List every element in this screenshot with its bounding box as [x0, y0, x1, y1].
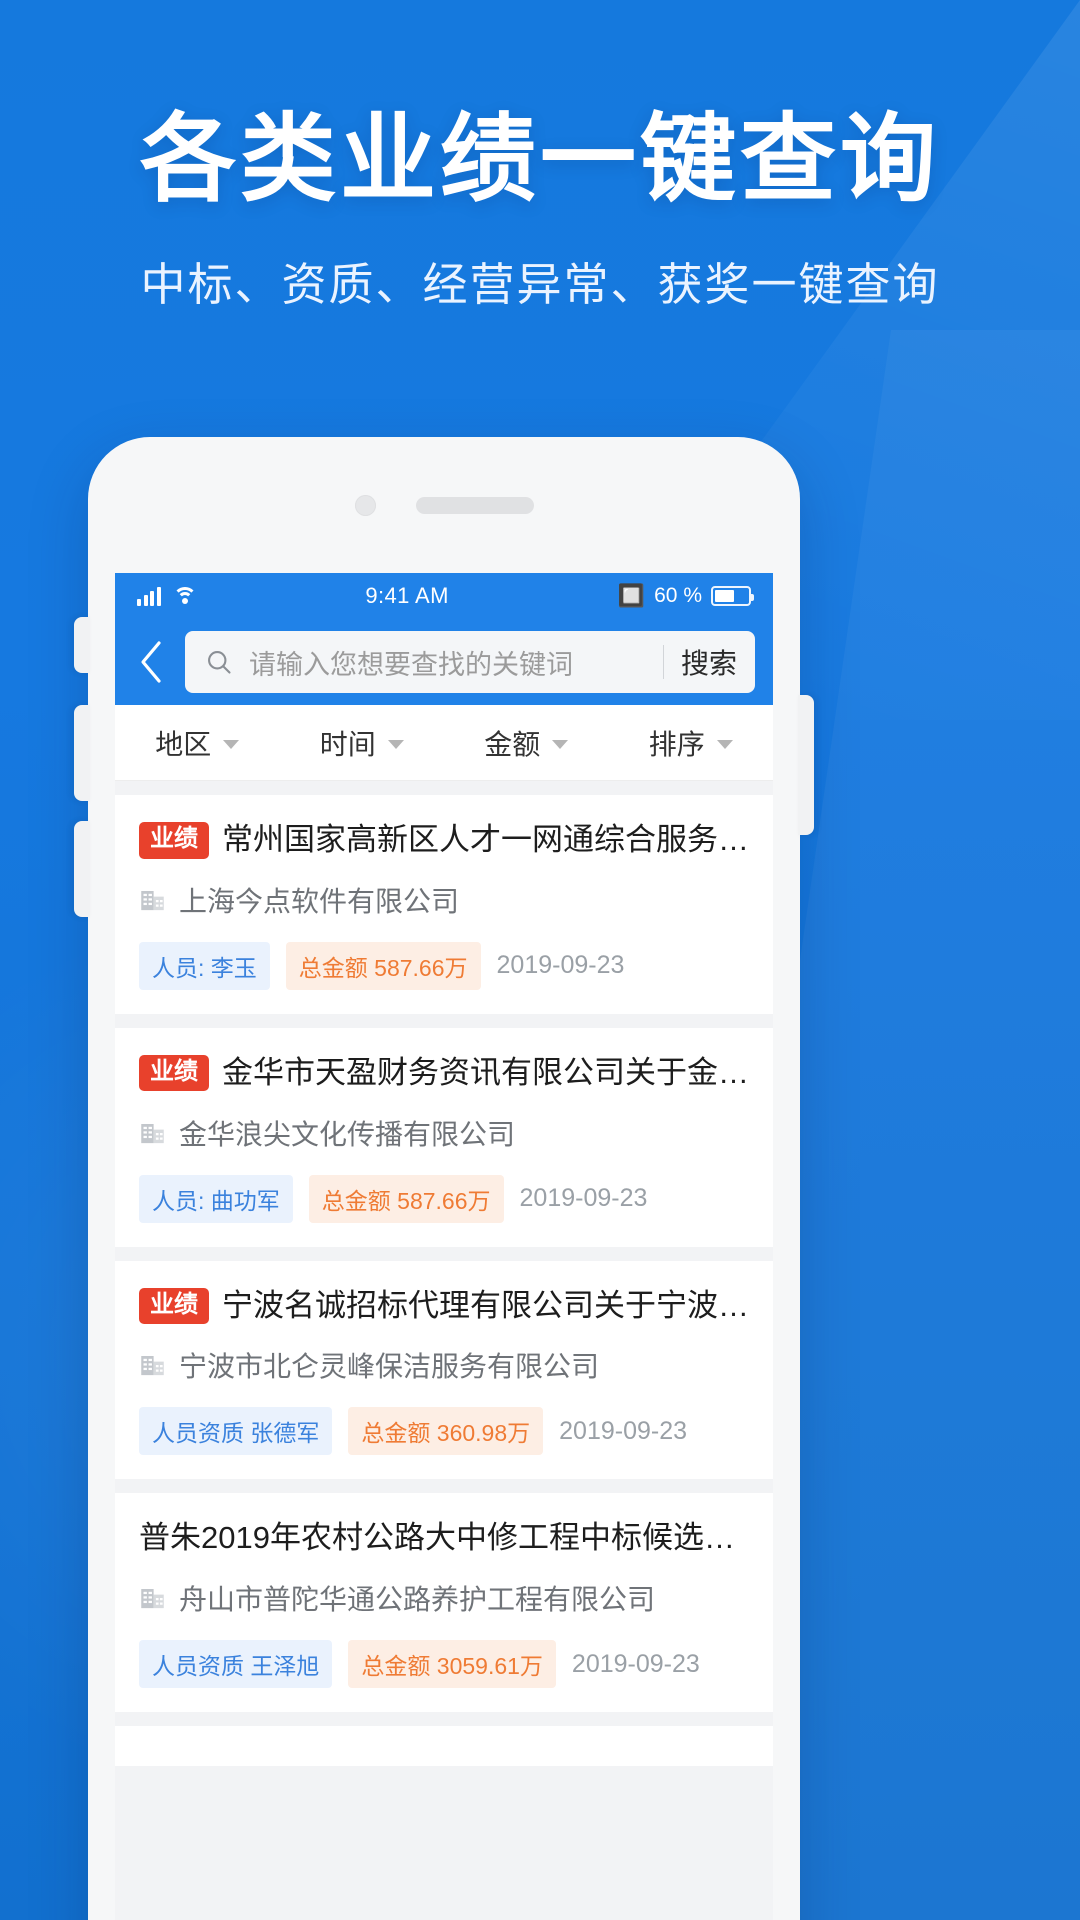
- result-company-row: 宁波市北仑灵峰保洁服务有限公司: [139, 1345, 749, 1385]
- result-title-row: 业绩 常州国家高新区人才一网通综合服务管理: [139, 821, 749, 860]
- battery-percent-label: 60 %: [654, 584, 702, 607]
- result-company-name: 上海今点软件有限公司: [179, 885, 460, 917]
- hero-section: 各类业绩一键查询 中标、资质、经营异常、获奖一键查询: [0, 0, 1080, 313]
- result-meta-row: 人员资质 张德军 总金额 360.98万 2019-09-23: [139, 1407, 749, 1456]
- phone-power-button: [798, 695, 814, 835]
- status-badge: 业绩: [139, 1287, 209, 1325]
- result-meta-row: 人员: 曲功军 总金额 587.66万 2019-09-23: [139, 1174, 749, 1223]
- phone-top-bezel: [88, 437, 800, 573]
- building-icon: [141, 890, 164, 910]
- list-item[interactable]: 业绩 常州国家高新区人才一网通综合服务管理 上海今点软件有限公司 人员: 李玉 …: [115, 795, 773, 1014]
- building-icon: [141, 1356, 164, 1376]
- amount-label: 总金额: [298, 954, 368, 981]
- result-date: 2019-09-23: [559, 1416, 688, 1445]
- building-icon: [141, 1589, 164, 1609]
- status-bar: 9:41 AM 🔲 60 %: [115, 573, 773, 619]
- chevron-down-icon: [552, 740, 569, 749]
- amount-chip: 总金额 360.98万: [348, 1407, 544, 1456]
- amount-value: 587.66万: [374, 954, 468, 981]
- search-input-placeholder: 请输入您想要查找的关键词: [249, 649, 573, 680]
- status-bar-right: 🔲 60 %: [617, 583, 754, 608]
- result-title-row: 业绩 金华市天盈财务资讯有限公司关于金华...: [139, 1054, 749, 1093]
- search-header: 请输入您想要查找的关键词 搜索: [115, 619, 773, 705]
- result-date: 2019-09-23: [496, 951, 625, 980]
- filter-amount-label: 金额: [484, 728, 541, 760]
- amount-chip: 总金额 587.66万: [308, 1174, 504, 1223]
- result-meta-row: 人员资质 王泽旭 总金额 3059.61万 2019-09-23: [139, 1640, 749, 1688]
- chevron-down-icon: [223, 740, 240, 749]
- building-icon: [141, 1123, 164, 1143]
- results-list: 业绩 常州国家高新区人才一网通综合服务管理 上海今点软件有限公司 人员: 李玉 …: [115, 781, 773, 1766]
- result-date: 2019-09-23: [571, 1649, 700, 1678]
- result-title: 常州国家高新区人才一网通综合服务管理: [222, 822, 749, 857]
- result-company-name: 舟山市普陀华通公路养护工程有限公司: [179, 1584, 656, 1615]
- amount-label: 总金额: [321, 1187, 391, 1214]
- person-chip: 人员资质 王泽旭: [139, 1640, 333, 1688]
- chevron-down-icon: [716, 740, 733, 749]
- result-title-row: 业绩 宁波名诚招标代理有限公司关于宁波市...: [139, 1287, 749, 1326]
- phone-mockup: 9:41 AM 🔲 60 % 请输入您想要查找的关键词 搜索 地区 时间 金额 …: [74, 437, 814, 1920]
- filter-region[interactable]: 地区: [115, 723, 280, 763]
- hero-title: 各类业绩一键查询: [140, 106, 940, 213]
- list-item[interactable]: 普朱2019年农村公路大中修工程中标候选人公... 舟山市普陀华通公路养护工程有…: [115, 1493, 773, 1712]
- amount-label: 总金额: [361, 1420, 431, 1447]
- result-company-row: 舟山市普陀华通公路养护工程有限公司: [139, 1578, 749, 1618]
- result-company-name: 金华浪尖文化传播有限公司: [179, 1118, 516, 1150]
- filter-region-label: 地区: [155, 728, 212, 760]
- person-chip: 人员: 曲功军: [139, 1174, 293, 1223]
- result-company-row: 上海今点软件有限公司: [139, 880, 749, 920]
- result-title: 宁波名诚招标代理有限公司关于宁波市...: [222, 1287, 749, 1323]
- phone-volume-down-button: [74, 821, 90, 917]
- amount-value: 3059.61万: [436, 1653, 543, 1679]
- filter-sort-label: 排序: [648, 728, 705, 760]
- wifi-icon: [172, 587, 197, 605]
- result-date: 2019-09-23: [519, 1184, 648, 1212]
- filter-sort[interactable]: 排序: [609, 723, 774, 763]
- list-item[interactable]: [115, 1726, 773, 1766]
- amount-chip: 总金额 587.66万: [285, 941, 481, 990]
- battery-icon: [711, 586, 754, 606]
- list-item[interactable]: 业绩 金华市天盈财务资讯有限公司关于金华... 金华浪尖文化传播有限公司 人员:…: [115, 1027, 773, 1247]
- search-button[interactable]: 搜索: [681, 642, 749, 682]
- phone-screen: 9:41 AM 🔲 60 % 请输入您想要查找的关键词 搜索 地区 时间 金额 …: [115, 573, 773, 1920]
- amount-value: 587.66万: [397, 1187, 491, 1214]
- result-title-row: 普朱2019年农村公路大中修工程中标候选人公...: [139, 1519, 749, 1558]
- person-chip: 人员: 李玉: [139, 941, 270, 990]
- result-company-row: 金华浪尖文化传播有限公司: [139, 1113, 749, 1153]
- search-icon: [208, 651, 231, 674]
- amount-value: 360.98万: [436, 1420, 531, 1447]
- search-input[interactable]: 请输入您想要查找的关键词 搜索: [185, 631, 755, 693]
- result-title: 金华市天盈财务资讯有限公司关于金华...: [222, 1054, 749, 1090]
- hero-subtitle: 中标、资质、经营异常、获奖一键查询: [140, 258, 940, 310]
- filter-time[interactable]: 时间: [280, 723, 445, 763]
- result-meta-row: 人员: 李玉 总金额 587.66万 2019-09-23: [139, 941, 749, 990]
- status-bar-time: 9:41 AM: [365, 583, 449, 608]
- front-camera-icon: [354, 494, 376, 516]
- bluetooth-icon: 🔲: [617, 583, 646, 608]
- result-company-name: 宁波市北仑灵峰保洁服务有限公司: [179, 1351, 600, 1383]
- status-badge: 业绩: [139, 822, 209, 859]
- earpiece-speaker: [415, 496, 534, 514]
- signal-bars-icon: [137, 586, 161, 606]
- filter-bar: 地区 时间 金额 排序: [115, 705, 773, 781]
- status-bar-left: [137, 586, 197, 606]
- list-item[interactable]: 业绩 宁波名诚招标代理有限公司关于宁波市... 宁波市北仑灵峰保洁服务有限公司 …: [115, 1260, 773, 1480]
- person-chip: 人员资质 张德军: [139, 1407, 333, 1456]
- status-badge: 业绩: [139, 1054, 209, 1092]
- amount-chip: 总金额 3059.61万: [348, 1640, 556, 1688]
- filter-time-label: 时间: [319, 728, 376, 760]
- amount-label: 总金额: [361, 1653, 431, 1679]
- search-divider: [662, 645, 664, 679]
- filter-amount[interactable]: 金额: [444, 723, 609, 763]
- back-chevron-icon[interactable]: [125, 631, 177, 693]
- phone-mute-switch: [74, 617, 90, 673]
- result-title: 普朱2019年农村公路大中修工程中标候选人公...: [139, 1520, 749, 1556]
- chevron-down-icon: [387, 740, 404, 749]
- phone-volume-up-button: [74, 705, 90, 801]
